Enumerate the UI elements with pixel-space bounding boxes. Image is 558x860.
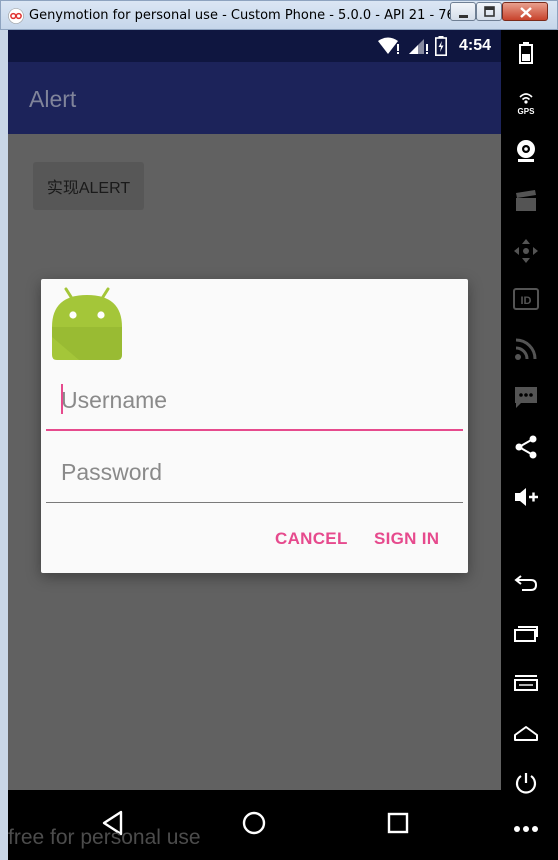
maximize-button[interactable] [476, 2, 502, 21]
volume-up-icon [515, 488, 538, 506]
maximize-icon [484, 6, 495, 17]
app-bar: Alert [8, 62, 501, 134]
gps-label: GPS [518, 107, 536, 116]
more-options-button[interactable] [509, 812, 543, 846]
webcam-icon [517, 140, 535, 162]
more-icon [514, 826, 538, 832]
dpad-icon [514, 239, 538, 263]
cancel-button[interactable]: CANCEL [275, 529, 348, 549]
battery-button[interactable] [509, 36, 543, 70]
dpad-button[interactable] [509, 234, 543, 268]
menu-icon [514, 675, 538, 691]
share-button[interactable] [509, 430, 543, 464]
power-button[interactable] [509, 766, 543, 800]
close-window-button[interactable] [502, 2, 548, 21]
volume-up-button[interactable] [509, 480, 543, 514]
device-screen[interactable]: 4:54 Alert 实现ALERT CANCEL SIGN IN [8, 30, 501, 790]
power-icon [515, 773, 537, 794]
clapperboard-icon [516, 190, 536, 211]
android-logo-icon [52, 287, 122, 360]
share-icon [515, 435, 537, 459]
recents-square-icon[interactable] [381, 806, 415, 840]
status-bar: 4:54 [8, 30, 501, 62]
sms-icon [515, 387, 537, 408]
password-field[interactable] [46, 443, 463, 503]
recent-apps-icon [514, 626, 538, 642]
home-circle-icon[interactable] [237, 806, 271, 840]
username-field[interactable] [46, 371, 463, 431]
username-input[interactable] [61, 383, 451, 417]
toolbar-home-button[interactable] [509, 716, 543, 750]
id-label: ID [521, 295, 532, 307]
toolbar-back-button[interactable] [509, 566, 543, 600]
show-alert-button[interactable]: 实现ALERT [33, 162, 144, 210]
menu-button[interactable] [509, 666, 543, 700]
password-input[interactable] [61, 455, 451, 489]
rss-icon [515, 338, 537, 360]
window-title: Genymotion for personal use - Custom Pho… [29, 8, 500, 23]
sign-in-dialog: CANCEL SIGN IN [41, 279, 468, 573]
network-button[interactable] [509, 332, 543, 366]
battery-charging-icon [434, 36, 447, 56]
genymotion-toolbar: GPS ID [501, 30, 558, 860]
gps-icon: GPS [518, 93, 536, 116]
battery-icon [519, 42, 533, 64]
window-frame [0, 30, 8, 860]
app-title: Alert [29, 86, 77, 112]
sign-in-button[interactable]: SIGN IN [374, 529, 439, 549]
text-cursor [61, 384, 63, 414]
minimize-icon [459, 15, 468, 18]
device-id-button[interactable]: ID [509, 282, 543, 316]
sms-button[interactable] [509, 380, 543, 414]
close-icon [520, 7, 532, 18]
webcam-button[interactable] [509, 134, 543, 168]
home-icon [514, 726, 538, 741]
cell-signal-icon [408, 39, 428, 54]
personal-use-watermark: free for personal use [8, 826, 201, 849]
wifi-icon [377, 37, 399, 54]
clock: 4:54 [458, 37, 491, 54]
window-title-bar[interactable]: Genymotion for personal use - Custom Pho… [0, 0, 558, 30]
gps-button[interactable]: GPS [509, 86, 543, 120]
id-icon: ID [513, 288, 539, 310]
genymotion-app-icon [8, 8, 24, 24]
back-icon [514, 575, 538, 591]
minimize-button[interactable] [450, 2, 476, 21]
capture-button[interactable] [509, 184, 543, 218]
recent-apps-button[interactable] [509, 616, 543, 650]
